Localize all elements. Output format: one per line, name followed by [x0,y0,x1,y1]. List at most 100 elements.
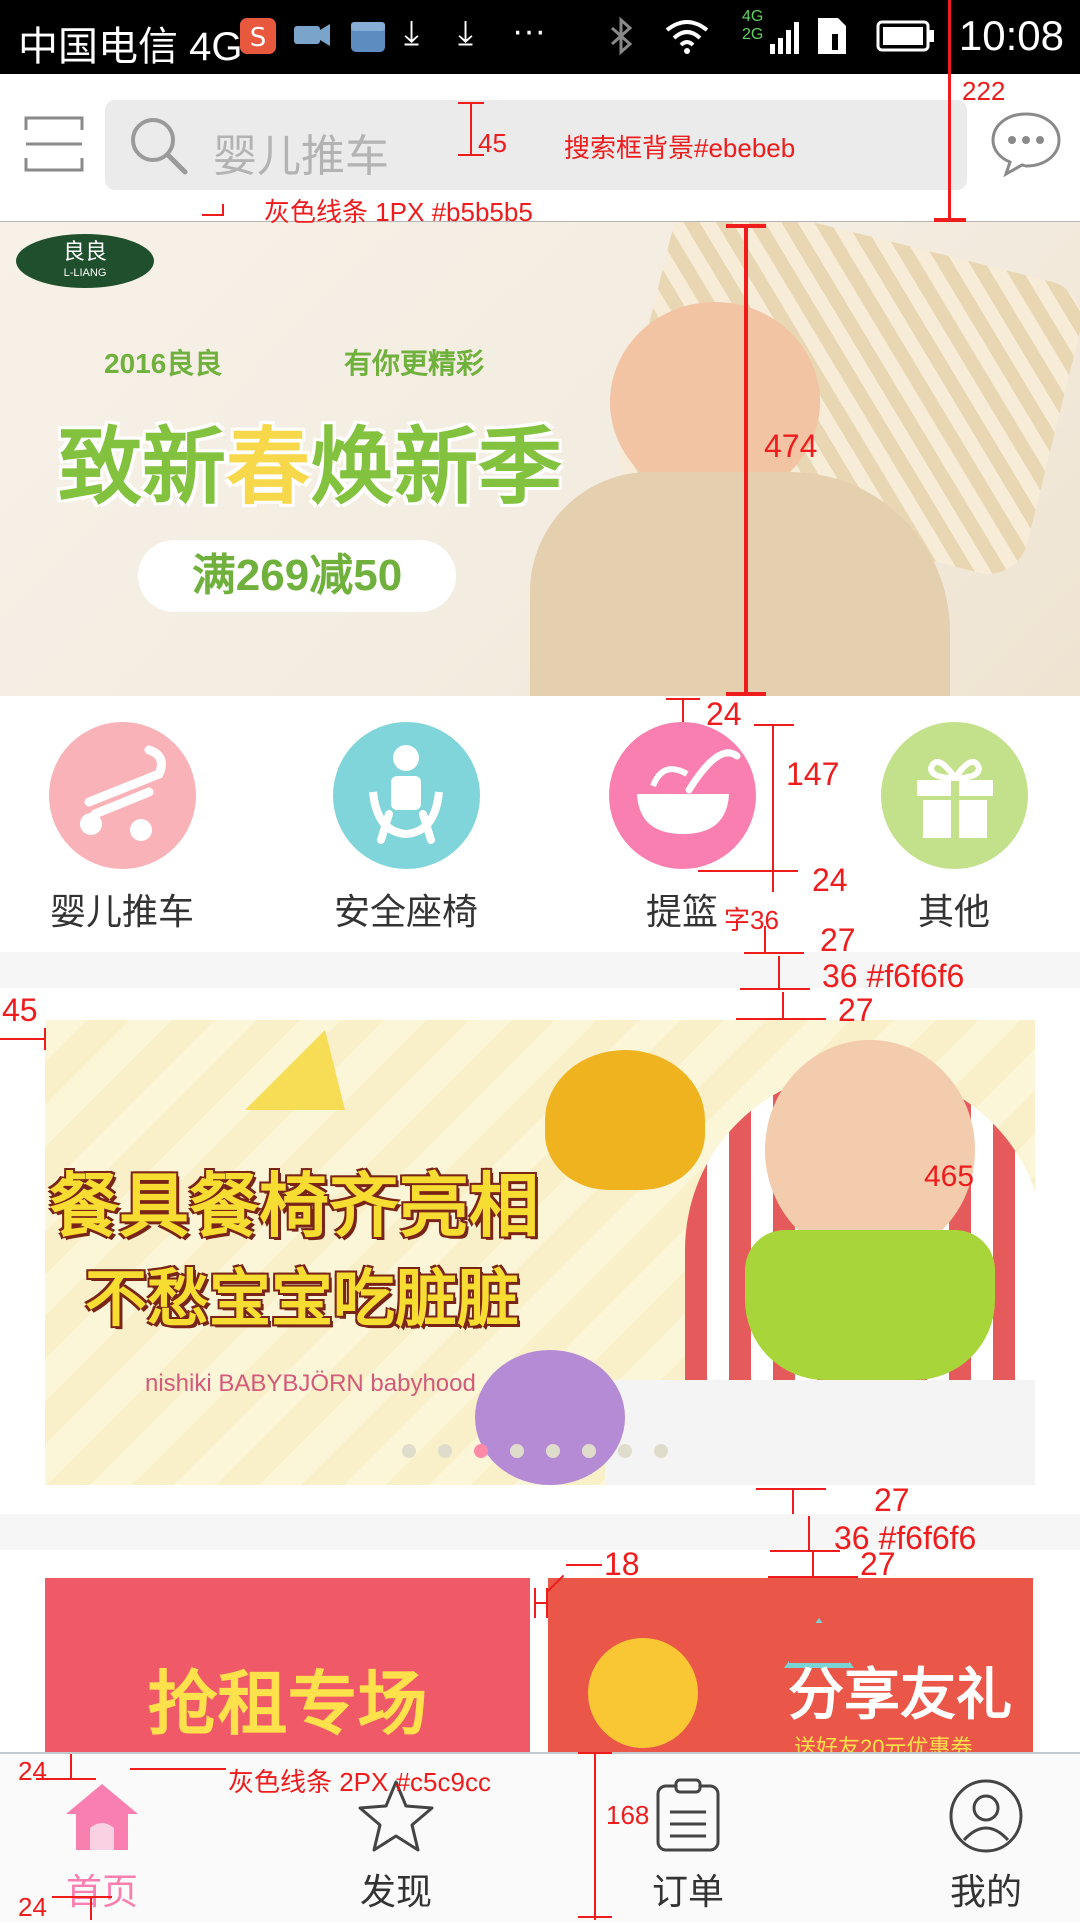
basket-icon [636,749,740,834]
annotation-search-height: 45 [478,128,507,158]
annotation-line [470,102,472,156]
bib-image [545,1050,705,1190]
category-stroller-circle [48,722,196,869]
annotation-line [948,0,951,222]
category-car-seat-circle [332,722,480,869]
promo-rent-card[interactable]: 抢租专场 [45,1578,530,1752]
tab-profile[interactable]: 我的 [886,1778,1080,1915]
brand-list: nishiki BABYBJÖRN babyhood [145,1370,476,1397]
annotation-tick [578,1916,612,1918]
promo-pill: 满269减50 [138,540,456,612]
annotation-line [0,1038,44,1040]
annotation-gap-27c: 27 [874,1482,910,1518]
banner-year-text: 2016良良 [104,348,223,379]
tab-orders-label: 订单 [651,1871,724,1912]
annotation-line [682,698,684,722]
category-car-seat[interactable]: 安全座椅 [286,722,526,932]
annotation-line [792,1488,794,1514]
annotation-line [70,1754,72,1778]
annotation-band-36a: 36 #f6f6f6 [822,958,965,994]
annotation-pointer [202,214,224,216]
network-4g-label: 4G [742,8,764,25]
annotation-tab-gap-24b: 24 [18,1892,47,1922]
annotation-search-bg: 搜索框背景#ebebeb [564,133,796,163]
annotation-pointer [222,204,224,216]
bear-toy-image [475,1350,625,1485]
search-input[interactable]: 婴儿推车 [105,100,967,190]
message-icon[interactable] [988,108,1064,185]
annotation-tick [934,218,966,222]
annotation-divider-2: 灰色线条 2PX #c5c9cc [228,1767,491,1797]
annotation-tick [740,988,810,990]
feeding-headline-1: 餐具餐椅齐亮相 [49,1167,539,1245]
category-label: 其他 [917,891,990,932]
category-other[interactable]: 其他 [834,722,1074,932]
baby-body-image [530,472,950,696]
annotation-line [778,956,780,988]
top-banner[interactable]: 良良 L-LIANG 2016良良 有你更精彩 致新春焕新季 满269减50 [0,222,1080,696]
download-icon: ⤓ [404,14,420,52]
carousel-indicators [401,1443,721,1464]
annotation-tick [52,1896,112,1898]
annotation-tick [666,698,700,700]
annotation-banner2-height: 465 [924,1160,975,1193]
promo-rent-text: 抢租专场 [147,1665,428,1743]
logo-text: 良良 [62,239,107,264]
annotation-pointer [130,1768,226,1770]
annotation-line [764,926,766,954]
annotation-font-size: 字36 [724,905,779,935]
banner-headline: 致新春焕新季 [58,400,562,521]
annotation-line [812,1552,814,1578]
headline-pre: 致新 [58,420,227,514]
category-basket[interactable]: 提篮 [562,722,802,932]
annotation-tick [726,224,766,228]
promo-share-card[interactable]: 分享友礼 送好友20元优惠券 [548,1578,1033,1752]
category-basket-circle [608,722,756,869]
annotation-line [782,992,784,1020]
promo-text: 满269减50 [191,551,403,600]
headline-highlight: 春 [226,420,311,514]
network-type-label: 4G 2G [742,8,763,44]
annotation-tick [458,102,484,104]
annotation-banner-height: 474 [764,428,818,464]
promo-share-text: 分享友礼 [788,1663,1012,1726]
search-icon [127,114,191,183]
store-notification-icon [348,16,388,65]
annotation-line [808,1516,810,1550]
megaphone-mascot-image [588,1638,698,1748]
feeding-banner[interactable]: 餐具餐椅齐亮相 不愁宝宝吃脏脏 nishiki BABYBJÖRN babyho… [45,1020,1035,1485]
bluetooth-icon [606,16,636,65]
promo-share-sub: 送好友20元优惠券 [794,1735,973,1752]
user-icon [949,1779,1023,1853]
annotation-line [594,1752,596,1920]
network-2g-label: 2G [742,26,764,43]
more-notifications-icon: ··· [512,12,546,50]
category-stroller[interactable]: 婴儿推车 [2,722,242,932]
annotation-tick [578,1752,612,1754]
annotation-pointer [566,1564,602,1566]
download-icon-2: ⤓ [458,14,474,52]
annotation-tick [698,870,798,872]
home-icon [66,1784,138,1850]
camera-notification-icon [290,18,332,63]
scan-icon[interactable] [22,112,86,181]
clock-label: 10:08 [958,12,1064,59]
category-label: 安全座椅 [333,891,478,932]
logo-subtext: L-LIANG [63,267,107,279]
clipboard-icon [656,1778,720,1852]
annotation-gap-18: 18 [604,1546,640,1582]
signal-icon [768,16,804,65]
annotation-margin-45: 45 [2,992,38,1028]
annotation-tab-height: 168 [606,1800,650,1830]
annotation-line [772,724,774,892]
sim-icon [814,14,850,67]
annotation-tick [770,1550,840,1552]
brand-logo: 良良 L-LIANG [16,234,154,288]
annotation-tick [744,952,804,954]
annotation-tick [754,724,794,726]
annotation-tick [756,1488,826,1490]
tab-orders[interactable]: 订单 [588,1778,788,1915]
annotation-line [90,1896,92,1920]
annotation-gap-24b: 24 [812,862,848,898]
annotation-gap-27b: 27 [838,992,874,1028]
